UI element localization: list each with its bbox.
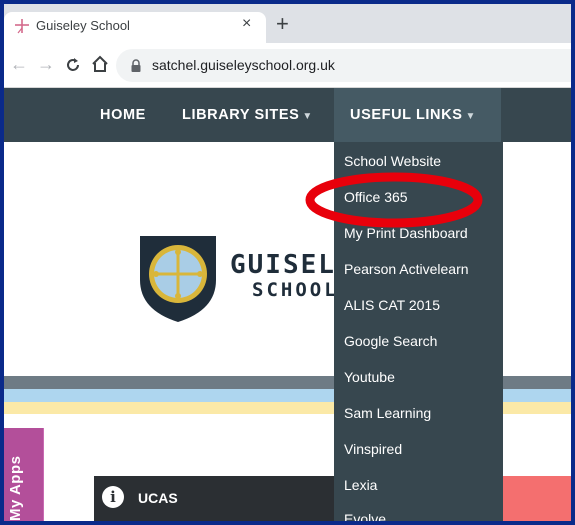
- ucas-card[interactable]: i UCAS: [94, 476, 344, 521]
- ucas-label: UCAS: [138, 490, 178, 506]
- dropdown-item-alis-cat-2015[interactable]: ALIS CAT 2015: [344, 297, 440, 313]
- home-icon[interactable]: [91, 55, 109, 73]
- tab-strip: Guiseley School × +: [4, 4, 571, 43]
- browser-toolbar: ← → satchel.guiseleyschool.org.uk: [4, 43, 571, 88]
- nav-home-link[interactable]: HOME: [100, 107, 146, 123]
- school-crest-logo: [140, 236, 216, 322]
- school-favicon-icon: [15, 19, 29, 34]
- nav-library-sites-label: LIBRARY SITES: [182, 107, 300, 123]
- dropdown-item-lexia[interactable]: Lexia: [344, 477, 377, 493]
- back-arrow-icon[interactable]: ←: [10, 55, 28, 73]
- site-navbar: HOME LIBRARY SITES ▼ USEFUL LINKS ▼: [4, 88, 571, 142]
- dropdown-item-school-website[interactable]: School Website: [344, 153, 441, 169]
- nav-useful-links-label: USEFUL LINKS: [350, 107, 463, 123]
- dropdown-item-google-search[interactable]: Google Search: [344, 333, 437, 349]
- address-bar[interactable]: satchel.guiseleyschool.org.uk: [116, 49, 571, 82]
- lock-icon: [131, 59, 141, 72]
- browser-tab[interactable]: Guiseley School ×: [4, 12, 266, 43]
- dropdown-item-office-365[interactable]: Office 365: [344, 189, 408, 205]
- dropdown-item-evolve[interactable]: Evolve: [344, 511, 386, 521]
- dropdown-item-vinspired[interactable]: Vinspired: [344, 441, 402, 457]
- caret-down-icon: ▼: [302, 111, 313, 122]
- dropdown-item-youtube[interactable]: Youtube: [344, 369, 395, 385]
- my-apps-tab[interactable]: My Apps: [4, 428, 44, 521]
- url-text: satchel.guiseleyschool.org.uk: [152, 57, 335, 73]
- browser-window: Guiseley School × + ← → satchel.guiseley…: [4, 4, 571, 521]
- useful-links-dropdown: School Website Office 365 My Print Dashb…: [334, 142, 503, 521]
- dropdown-item-pearson-activelearn[interactable]: Pearson Activelearn: [344, 261, 469, 277]
- tab-title: Guiseley School: [36, 18, 130, 33]
- nav-useful-links-link[interactable]: USEFUL LINKS ▼: [350, 107, 476, 123]
- caret-down-icon: ▼: [465, 111, 476, 122]
- info-icon: i: [102, 486, 124, 508]
- new-tab-icon[interactable]: +: [276, 13, 289, 35]
- my-apps-label: My Apps: [7, 455, 24, 521]
- school-sub-logo-text: SCHOOL: [252, 279, 339, 301]
- reload-icon[interactable]: [64, 56, 82, 74]
- dropdown-item-my-print-dashboard[interactable]: My Print Dashboard: [344, 225, 468, 241]
- tab-close-icon[interactable]: ×: [242, 15, 251, 33]
- dropdown-item-sam-learning[interactable]: Sam Learning: [344, 405, 431, 421]
- forward-arrow-icon[interactable]: →: [37, 55, 55, 73]
- nav-library-sites-link[interactable]: LIBRARY SITES ▼: [182, 107, 313, 123]
